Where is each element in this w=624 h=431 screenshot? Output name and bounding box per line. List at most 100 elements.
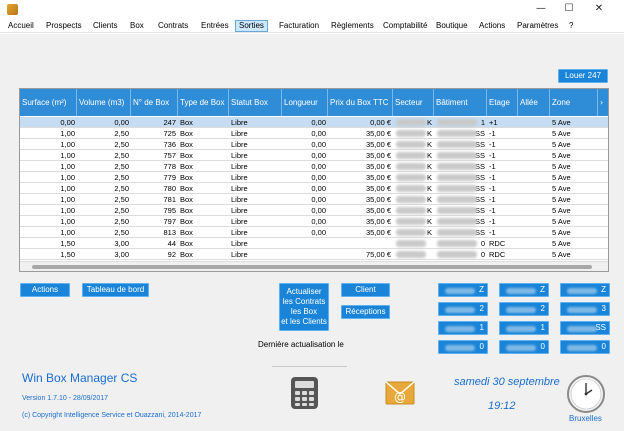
redacted-text bbox=[437, 251, 477, 258]
col-longueur[interactable]: Longueur bbox=[282, 89, 328, 116]
menu-sorties[interactable]: Sorties bbox=[235, 20, 268, 32]
site-button[interactable]: 0 bbox=[499, 340, 549, 354]
site-button[interactable]: 3 bbox=[560, 302, 610, 316]
col-type[interactable]: Type de Box bbox=[178, 89, 229, 116]
table-row[interactable]: 1,00 2,50 779 Box Libre 0,00 35,00 € K SS -1 5 Ave bbox=[20, 172, 608, 183]
table-row[interactable]: 1,00 2,50 795 Box Libre 0,00 35,00 € K SS -1 5 Ave bbox=[20, 205, 608, 216]
table-cell: Box bbox=[180, 250, 193, 259]
table-row[interactable]: 0,00 0,00 247 Box Libre 0,00 0,00 € K 1 +1 5 Ave bbox=[20, 117, 608, 128]
maximize-button[interactable]: ☐ bbox=[556, 1, 582, 17]
scroll-thumb[interactable] bbox=[32, 265, 592, 269]
menu-entrees[interactable]: Entrées bbox=[198, 20, 232, 32]
menu-contrats[interactable]: Contrats bbox=[155, 20, 191, 32]
col-etage[interactable]: Etage bbox=[487, 89, 518, 116]
table-row[interactable]: 1,00 2,50 780 Box Libre 0,00 35,00 € K SS -1 5 Ave bbox=[20, 183, 608, 194]
table-cell: Libre bbox=[231, 140, 248, 149]
client-button[interactable]: Client bbox=[341, 283, 390, 297]
table-row[interactable]: 1,00 2,50 813 Box Libre 0,00 35,00 € K SS -1 5 Ave bbox=[20, 227, 608, 238]
table-cell: 0,00 bbox=[311, 162, 326, 171]
col-statut[interactable]: Statut Box bbox=[229, 89, 282, 116]
col-zone[interactable]: Zone bbox=[550, 89, 598, 116]
table-cell: 2,50 bbox=[114, 184, 129, 193]
tableau-de-bord-button[interactable]: Tableau de bord bbox=[82, 283, 149, 297]
table-cell bbox=[518, 128, 550, 139]
table-cell: 5 Ave bbox=[552, 118, 571, 127]
minimize-button[interactable]: — bbox=[528, 1, 554, 17]
menu-boutique[interactable]: Boutique bbox=[433, 20, 471, 32]
site-button[interactable]: Z bbox=[499, 283, 549, 297]
table-cell: Libre bbox=[231, 239, 248, 248]
table-row[interactable]: 1,50 3,00 44 Box Libre 0 RDC 5 Ave bbox=[20, 238, 608, 249]
table-cell: 2,50 bbox=[114, 217, 129, 226]
site-button[interactable]: 1 bbox=[499, 321, 549, 335]
table-row[interactable]: 1,50 3,00 92 Box Libre 75,00 €0 RDC 5 Ave bbox=[20, 249, 608, 260]
site-button[interactable]: 0 bbox=[438, 340, 488, 354]
redacted-text bbox=[437, 130, 477, 137]
table-row[interactable]: 1,00 2,50 725 Box Libre 0,00 35,00 € K SS -1 5 Ave bbox=[20, 128, 608, 139]
col-volume[interactable]: Volume (m3) bbox=[77, 89, 131, 116]
table-cell: 5 Ave bbox=[552, 228, 571, 237]
mail-icon[interactable]: @ bbox=[385, 381, 415, 405]
table-cell: -1 bbox=[489, 206, 496, 215]
horizontal-scrollbar[interactable] bbox=[20, 261, 608, 271]
receptions-button[interactable]: Réceptions bbox=[341, 305, 390, 319]
site-button[interactable]: Z bbox=[560, 283, 610, 297]
table-cell: +1 bbox=[489, 118, 498, 127]
col-surface[interactable]: Surface (m²) bbox=[20, 89, 77, 116]
col-secteur[interactable]: Secteur bbox=[393, 89, 434, 116]
table-row[interactable]: 1,00 2,50 757 Box Libre 0,00 35,00 € K SS -1 5 Ave bbox=[20, 150, 608, 161]
table-row[interactable]: 1,00 2,50 797 Box Libre 0,00 35,00 € K SS -1 5 Ave bbox=[20, 216, 608, 227]
table-cell: 35,00 € bbox=[365, 195, 391, 204]
table-cell: 779 bbox=[163, 173, 176, 182]
table-cell bbox=[282, 249, 328, 260]
redacted-text bbox=[567, 307, 597, 313]
close-button[interactable]: ✕ bbox=[586, 1, 612, 17]
calculator-icon[interactable] bbox=[291, 377, 318, 409]
site-button[interactable]: 2 bbox=[438, 302, 488, 316]
site-button[interactable]: Z bbox=[438, 283, 488, 297]
actualiser-button[interactable]: Actualiser les Contrats les Box et les C… bbox=[279, 283, 329, 331]
site-button[interactable]: 2 bbox=[499, 302, 549, 316]
menu-clients[interactable]: Clients bbox=[90, 20, 120, 32]
menu-comptabilite[interactable]: Comptabilité bbox=[380, 20, 430, 32]
site-button[interactable]: 1 bbox=[438, 321, 488, 335]
table-cell: 5 Ave bbox=[552, 184, 571, 193]
table-cell bbox=[518, 238, 550, 249]
site-button[interactable]: SS bbox=[560, 321, 610, 335]
city-label: Bruxelles bbox=[569, 414, 602, 423]
redacted-text bbox=[437, 196, 477, 203]
louer-button[interactable]: Louer 247 bbox=[558, 69, 608, 83]
table-cell: -1 bbox=[489, 173, 496, 182]
col-numero[interactable]: N° de Box bbox=[131, 89, 178, 116]
col-prix[interactable]: Prix du Box TTC bbox=[328, 89, 393, 116]
site-button[interactable]: 0 bbox=[560, 340, 610, 354]
table-cell: 2,50 bbox=[114, 206, 129, 215]
table-cell: 2,50 bbox=[114, 173, 129, 182]
table-cell: -1 bbox=[489, 151, 496, 160]
chevron-right-icon[interactable]: › bbox=[598, 89, 608, 116]
menu-prospects[interactable]: Prospects bbox=[43, 20, 85, 32]
table-row[interactable]: 1,00 2,50 736 Box Libre 0,00 35,00 € K SS -1 5 Ave bbox=[20, 139, 608, 150]
table-row[interactable]: 1,00 2,50 781 Box Libre 0,00 35,00 € K SS -1 5 Ave bbox=[20, 194, 608, 205]
title-bar: — ☐ ✕ bbox=[0, 0, 624, 19]
col-allee[interactable]: Allée bbox=[518, 89, 550, 116]
menu-reglements[interactable]: Règlements bbox=[328, 20, 377, 32]
table-cell bbox=[518, 117, 550, 128]
menu-accueil[interactable]: Accueil bbox=[5, 20, 37, 32]
menu-actions[interactable]: Actions bbox=[476, 20, 508, 32]
menu-help[interactable]: ? bbox=[566, 20, 576, 32]
redacted-holder bbox=[434, 205, 487, 216]
table-cell: 0,00 € bbox=[370, 118, 391, 127]
menu-parametres[interactable]: Paramètres bbox=[514, 20, 561, 32]
redacted-text bbox=[437, 141, 477, 148]
col-batiment[interactable]: Bâtiment bbox=[434, 89, 487, 116]
redacted-text bbox=[567, 288, 597, 294]
actions-button[interactable]: Actions bbox=[20, 283, 70, 297]
table-cell: 2,50 bbox=[114, 140, 129, 149]
table-cell bbox=[518, 172, 550, 183]
menu-facturation[interactable]: Facturation bbox=[276, 20, 322, 32]
table-cell: 780 bbox=[163, 184, 176, 193]
menu-box[interactable]: Box bbox=[127, 20, 147, 32]
table-cell: Libre bbox=[231, 195, 248, 204]
table-row[interactable]: 1,00 2,50 778 Box Libre 0,00 35,00 € K SS -1 5 Ave bbox=[20, 161, 608, 172]
